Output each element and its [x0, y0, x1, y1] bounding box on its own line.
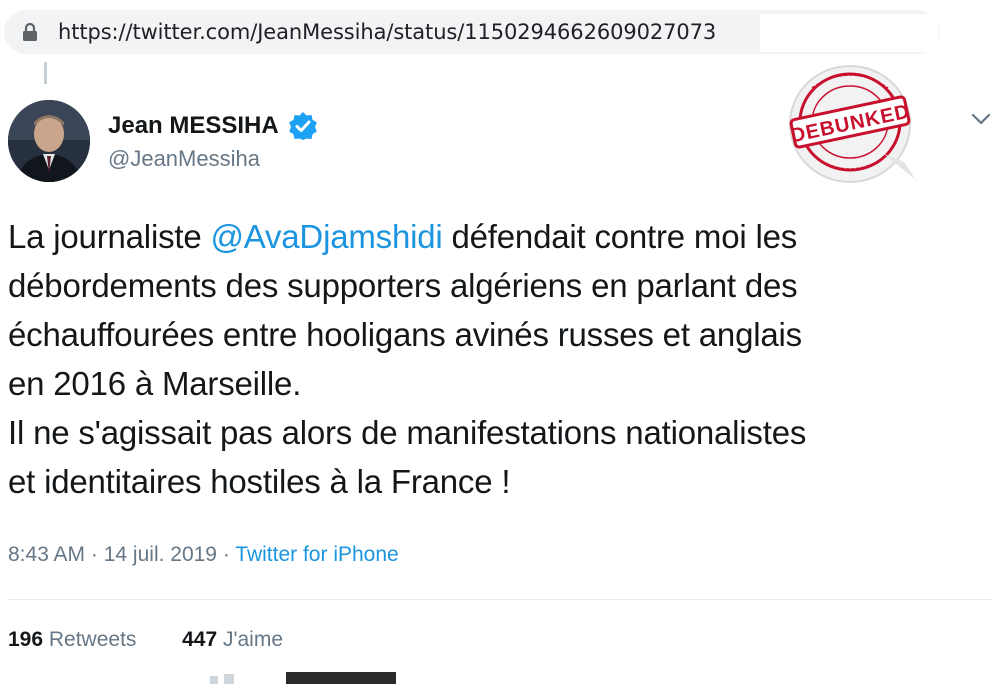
lock-icon: [23, 22, 37, 41]
tweet-source-link[interactable]: Twitter for iPhone: [235, 543, 398, 566]
tweet-text: La journaliste @AvaDjamshidi défendait c…: [8, 212, 998, 506]
tweet-text-rest: défendait contre moi les débordements de…: [8, 218, 807, 500]
divider: [8, 599, 993, 600]
avatar[interactable]: [8, 100, 90, 182]
mention-link[interactable]: @AvaDjamshidi: [210, 218, 442, 255]
tweet-date[interactable]: 14 juil. 2019: [104, 543, 217, 566]
url-text[interactable]: https://twitter.com/JeanMessiha/status/1…: [58, 20, 716, 44]
likes-stat[interactable]: 447 J'aime: [182, 628, 283, 651]
browser-address-bar: https://twitter.com/JeanMessiha/status/1…: [0, 0, 1000, 62]
debunked-stamp: DEBUNKED: [789, 65, 916, 183]
meta-separator: ·: [85, 543, 104, 566]
chevron-down-icon[interactable]: [970, 110, 992, 128]
retweets-stat[interactable]: 196 Retweets: [8, 628, 136, 651]
likes-count: 447: [182, 628, 218, 651]
tweet-stats: 196 Retweets 447 J'aime: [8, 628, 283, 652]
cropped-avatars-row: [210, 672, 396, 684]
address-bar-blank: [760, 14, 938, 52]
author-name[interactable]: Jean MESSIHA: [108, 112, 279, 140]
likes-label: J'aime: [217, 628, 284, 651]
avatar-photo: [8, 100, 90, 182]
retweets-count: 196: [8, 628, 44, 651]
tweet-time[interactable]: 8:43 AM: [8, 543, 85, 566]
verified-badge-icon: [289, 112, 317, 140]
tweet-meta: 8:43 AM · 14 juil. 2019 · Twitter for iP…: [8, 543, 399, 567]
author-handle[interactable]: @JeanMessiha: [108, 146, 260, 172]
meta-separator-2: ·: [217, 543, 236, 566]
retweets-label: Retweets: [43, 628, 137, 651]
tweet-text-start: La journaliste: [8, 218, 211, 255]
thread-line: [44, 62, 47, 84]
